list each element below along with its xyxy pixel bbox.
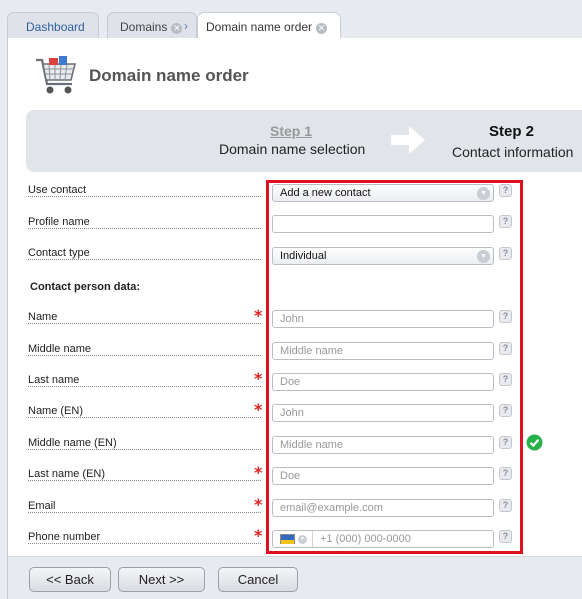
label-last-name: Last name: [28, 374, 261, 390]
step1-subtitle: Domain name selection: [219, 141, 366, 157]
label-phone: Phone number: [28, 531, 261, 547]
label-last-name-en: Last name (EN): [28, 468, 261, 484]
close-icon[interactable]: ✕: [171, 23, 183, 34]
cancel-button[interactable]: Cancel: [218, 567, 298, 592]
tab-bar: Dashboard Domains ✕ › Domain name order ✕: [0, 0, 582, 40]
label-email: Email: [28, 500, 261, 516]
page-title: Domain name order: [89, 66, 249, 85]
section-heading: Contact person data:: [30, 281, 141, 293]
tab-domain-name-order[interactable]: Domain name order ✕: [197, 12, 341, 40]
close-icon[interactable]: ✕: [316, 23, 328, 34]
footer-bar: << Back Next >> Cancel: [8, 556, 582, 599]
step1-link[interactable]: Step 1: [270, 123, 312, 139]
wizard-steps: Step 1 Domain name selection Step 2 Cont…: [26, 110, 582, 172]
step2-title: Step 2: [489, 123, 535, 140]
tab-domain-name-order-label: Domain name order: [206, 20, 313, 34]
tab-dashboard[interactable]: Dashboard: [7, 12, 99, 39]
shopping-cart-icon: [36, 56, 77, 94]
required-marker: *: [254, 306, 263, 325]
label-middle-name-en: Middle name (EN): [28, 437, 261, 453]
label-name-en: Name (EN): [28, 405, 261, 421]
arrow-right-icon: [391, 126, 425, 154]
label-middle-name: Middle name: [28, 343, 261, 359]
step2-subtitle: Contact information: [452, 144, 574, 160]
required-marker: *: [254, 526, 263, 545]
tab-dashboard-label: Dashboard: [26, 20, 85, 34]
label-name: Name: [28, 311, 261, 327]
main-content: Domain name order Step 1 Domain name sel…: [7, 38, 582, 599]
label-use-contact: Use contact: [28, 184, 261, 200]
check-circle-icon: [526, 434, 543, 451]
required-marker: *: [254, 369, 263, 388]
tab-domains-label: Domains: [120, 20, 168, 34]
tab-separator-icon: ›: [184, 19, 188, 33]
label-profile-name: Profile name: [28, 216, 261, 232]
next-button[interactable]: Next >>: [118, 567, 205, 592]
highlight-frame: [266, 180, 523, 554]
required-marker: *: [254, 495, 263, 514]
required-marker: *: [254, 463, 263, 482]
required-marker: *: [254, 400, 263, 419]
label-contact-type: Contact type: [28, 247, 261, 263]
back-button[interactable]: << Back: [29, 567, 111, 592]
